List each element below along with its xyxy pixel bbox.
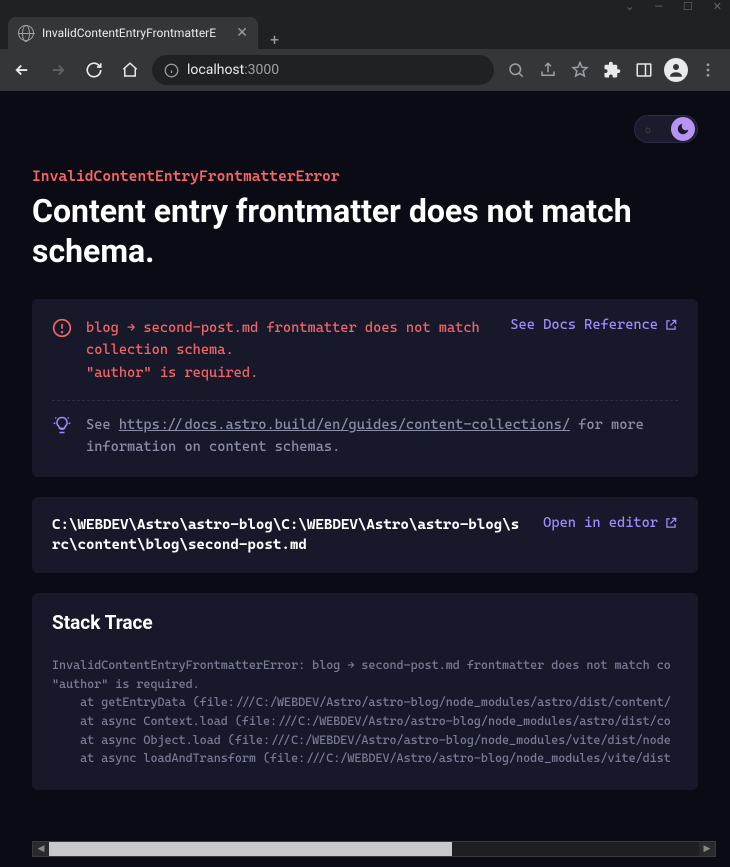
hint-docs-link[interactable]: https://docs.astro.build/en/guides/conte… [119,417,570,433]
scroll-left-arrow[interactable]: ◀ [33,842,49,856]
new-tab-button[interactable]: + [258,30,291,49]
stack-trace-title: Stack Trace [52,611,678,634]
panel-divider [52,400,678,401]
panel-icon[interactable] [630,56,658,84]
extensions-icon[interactable] [598,56,626,84]
reload-button[interactable] [80,56,108,84]
scrollbar-thumb[interactable] [49,842,452,856]
stack-trace-content: InvalidContentEntryFrontmatterError: blo… [52,656,678,768]
stack-trace-panel: Stack Trace InvalidContentEntryFrontmatt… [32,593,698,790]
window-maximize-button[interactable]: ☐ [683,0,693,13]
sun-icon: ☼ [643,123,653,136]
profile-avatar[interactable] [662,56,690,84]
external-link-icon [664,516,678,530]
browser-toolbar: localhost:3000 [0,49,730,91]
open-in-editor-link[interactable]: Open in editor [543,515,678,531]
url-text: localhost:3000 [187,62,279,78]
lightbulb-icon [52,415,72,435]
zoom-icon[interactable] [502,56,530,84]
docs-reference-link[interactable]: See Docs Reference [510,317,678,333]
error-panel: blog → second-post.md frontmatter does n… [32,299,698,477]
error-hint: See https://docs.astro.build/en/guides/c… [86,415,678,458]
file-panel: C:\WEBDEV\Astro\astro-blog\C:\WEBDEV\Ast… [32,497,698,574]
browser-tab-bar: InvalidContentEntryFrontmatterE ✕ + [0,13,730,49]
external-link-icon [664,318,678,332]
home-button[interactable] [116,56,144,84]
share-icon[interactable] [534,56,562,84]
url-bar[interactable]: localhost:3000 [152,55,494,85]
window-chevron-icon: ⌄ [625,0,634,13]
tab-close-button[interactable]: ✕ [236,25,248,41]
theme-toggle-knob [671,117,695,141]
globe-icon [18,25,34,41]
file-path: C:\WEBDEV\Astro\astro-blog\C:\WEBDEV\Ast… [52,515,527,556]
moon-icon [676,122,690,136]
window-minimize-button[interactable]: — [654,0,663,13]
scrollbar-track[interactable] [49,842,699,856]
alert-circle-icon [52,318,72,338]
horizontal-scrollbar[interactable]: ◀ ▶ [32,841,716,857]
bookmark-star-icon[interactable] [566,56,594,84]
error-message: blog → second-post.md frontmatter does n… [86,317,496,384]
window-titlebar: ⌄ — ☐ ✕ [0,0,730,13]
error-type: InvalidContentEntryFrontmatterError [32,167,698,185]
scroll-right-arrow[interactable]: ▶ [699,842,715,856]
window-close-button[interactable]: ✕ [713,0,722,13]
browser-tab-active[interactable]: InvalidContentEntryFrontmatterE ✕ [8,17,258,49]
forward-button[interactable] [44,56,72,84]
back-button[interactable] [8,56,36,84]
tab-title: InvalidContentEntryFrontmatterE [42,26,228,40]
error-title: Content entry frontmatter does not match… [32,191,698,271]
page-content: ☼ InvalidContentEntryFrontmatterError Co… [0,91,730,867]
browser-menu-button[interactable] [694,56,722,84]
theme-toggle[interactable]: ☼ [634,115,698,143]
info-icon [164,63,179,78]
